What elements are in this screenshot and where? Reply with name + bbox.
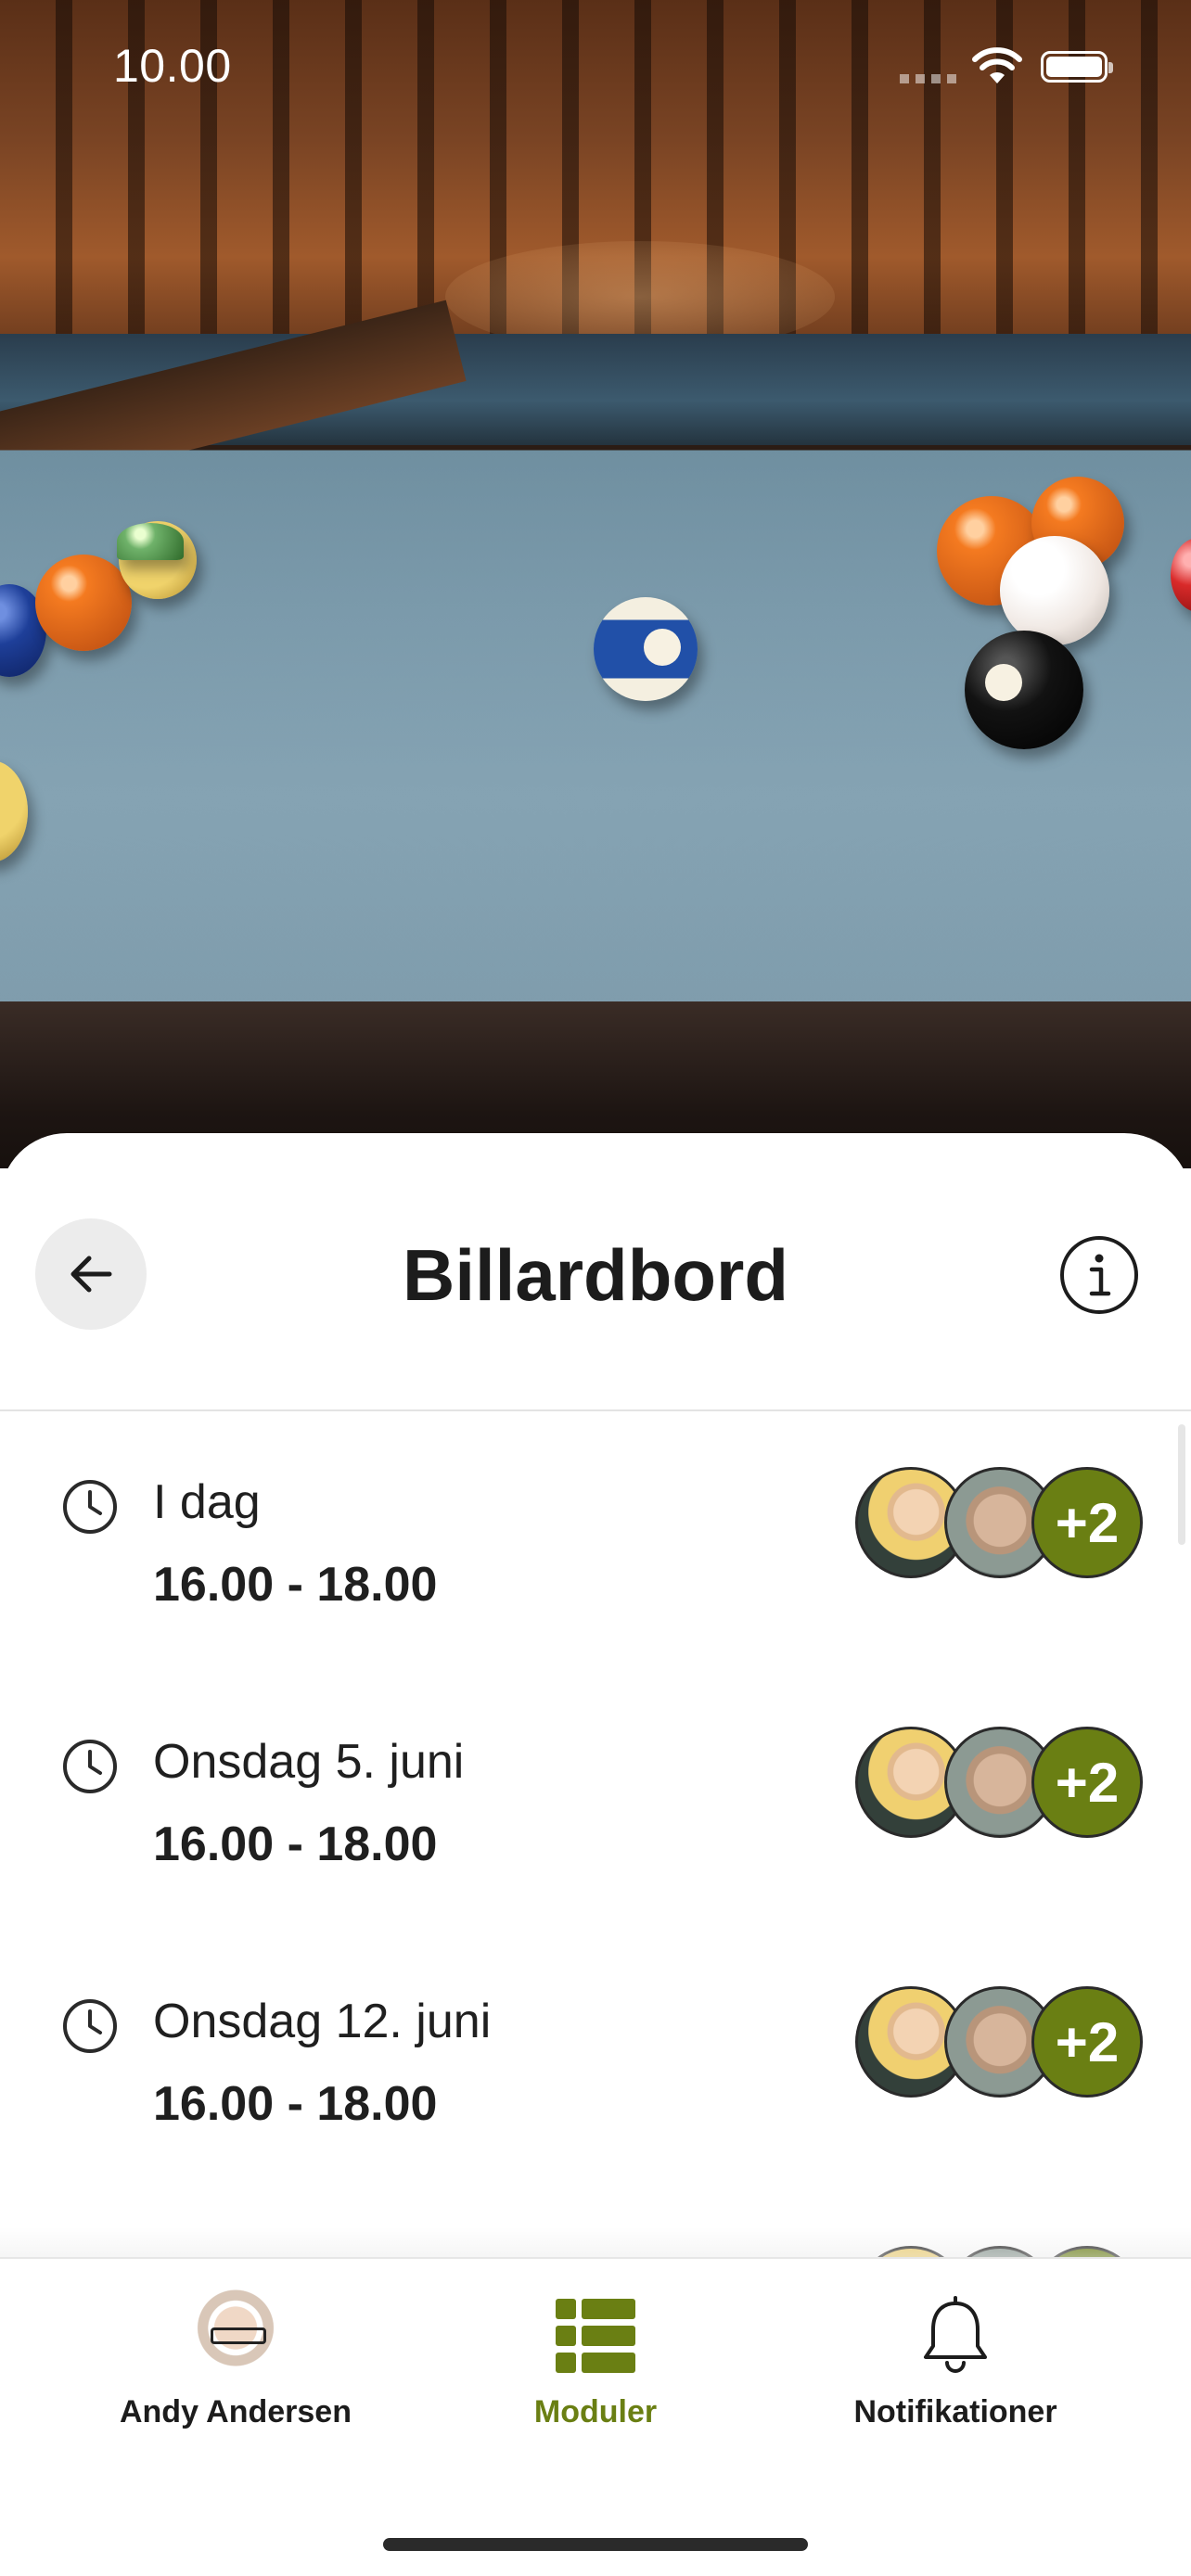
status-time: 10.00 xyxy=(113,40,232,92)
more-participants-badge: +2 xyxy=(1031,1467,1143,1578)
clock-icon xyxy=(63,1480,117,1534)
booking-time: 16.00 - 18.00 xyxy=(153,1558,438,1612)
info-button[interactable] xyxy=(1057,1233,1141,1317)
ball-green-stripe xyxy=(117,523,184,560)
wifi-icon xyxy=(972,47,1022,83)
more-participants-badge: +2 xyxy=(1031,1727,1143,1838)
battery-icon xyxy=(1041,51,1113,83)
ball-ten xyxy=(594,597,698,701)
ball-cue xyxy=(1000,536,1109,645)
booking-list[interactable]: I dag 16.00 - 18.00 +2 Onsdag 5. juni 16… xyxy=(0,1413,1191,2340)
profile-avatar xyxy=(186,2287,285,2385)
page-title: Billardbord xyxy=(402,1234,788,1316)
booking-day: Onsdag 5. juni xyxy=(153,1735,465,1789)
signal-icon xyxy=(900,74,957,83)
booking-day: I dag xyxy=(153,1475,261,1529)
bell-icon xyxy=(906,2287,1005,2385)
booking-row[interactable]: I dag 16.00 - 18.00 +2 xyxy=(0,1413,1191,1673)
tab-bar: Andy Andersen Moduler Notifikationer xyxy=(0,2257,1191,2576)
participant-avatars[interactable]: +2 xyxy=(855,1727,1143,1838)
tab-label: Notifikationer xyxy=(853,2394,1057,2429)
participant-avatars[interactable]: +2 xyxy=(855,1986,1143,2098)
home-indicator[interactable] xyxy=(383,2538,808,2551)
tab-label: Andy Andersen xyxy=(119,2394,352,2429)
participant-avatars[interactable]: +2 xyxy=(855,1467,1143,1578)
clock-icon xyxy=(63,1999,117,2053)
info-icon xyxy=(1060,1236,1138,1314)
booking-time: 16.00 - 18.00 xyxy=(153,1817,438,1871)
booking-day: Onsdag 12. juni xyxy=(153,1995,492,2048)
status-bar: 10.00 xyxy=(0,0,1191,130)
tab-modules[interactable]: Moduler xyxy=(401,2287,790,2435)
more-participants-badge: +2 xyxy=(1031,1986,1143,2098)
tab-notifications[interactable]: Notifikationer xyxy=(761,2287,1150,2435)
grid-list-icon xyxy=(546,2287,645,2385)
sheet-header: Billardbord xyxy=(0,1133,1191,1411)
booking-time: 16.00 - 18.00 xyxy=(153,2077,438,2131)
clock-icon xyxy=(63,1740,117,1793)
ball-orange xyxy=(35,555,132,651)
booking-row[interactable]: Onsdag 12. juni 16.00 - 18.00 +2 xyxy=(0,1932,1191,2192)
hero-image xyxy=(0,0,1191,1168)
booking-row[interactable]: Onsdag 5. juni 16.00 - 18.00 +2 xyxy=(0,1673,1191,1932)
tab-label: Moduler xyxy=(533,2394,658,2429)
ball-eight xyxy=(965,631,1083,749)
tab-profile[interactable]: Andy Andersen xyxy=(41,2287,430,2435)
